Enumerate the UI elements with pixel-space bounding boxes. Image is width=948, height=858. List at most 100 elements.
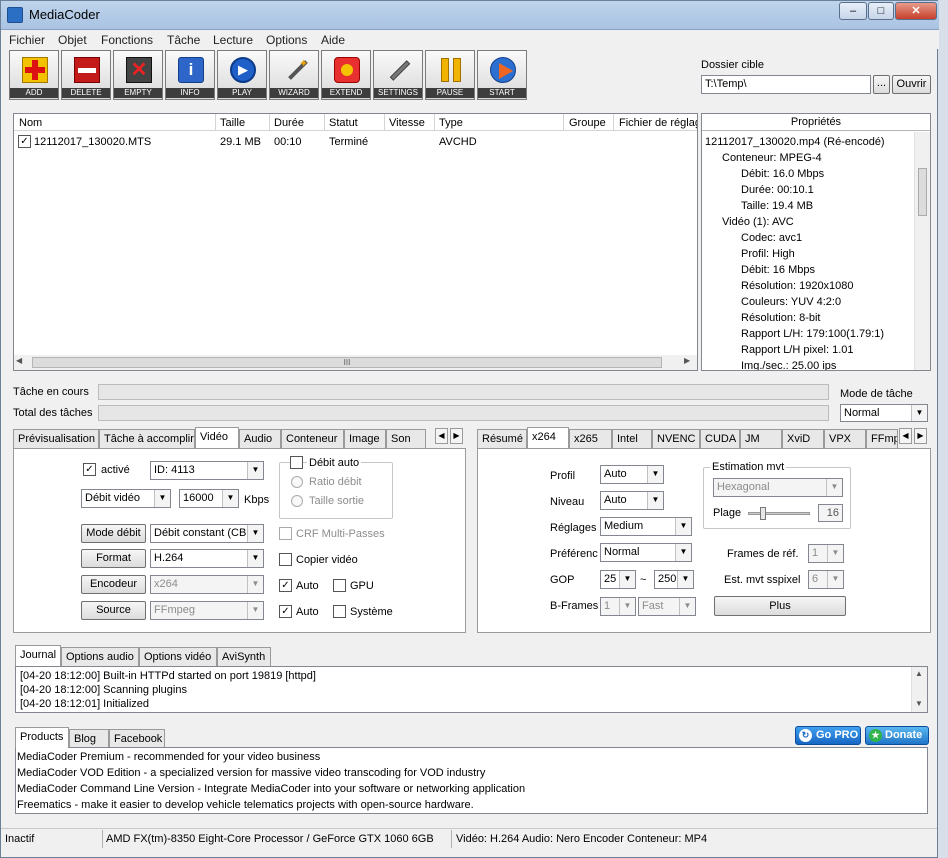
- auto-bitrate-checkbox[interactable]: [290, 456, 303, 469]
- format-button[interactable]: Format: [81, 549, 146, 568]
- scroll-up-icon[interactable]: ▲: [915, 669, 923, 678]
- title-bar[interactable]: MediaCoder – □ ✕: [1, 1, 939, 30]
- settings-button[interactable]: SETTINGS: [373, 50, 423, 100]
- crf-multipass-checkbox[interactable]: [279, 527, 292, 540]
- range-value[interactable]: 16: [818, 504, 843, 522]
- output-size-radio[interactable]: [291, 495, 303, 507]
- tab-audio-options[interactable]: Options audio: [61, 647, 139, 666]
- ref-frames-select[interactable]: 1 ▼: [808, 544, 844, 563]
- go-pro-button[interactable]: ↻ Go PRO: [795, 726, 861, 745]
- tree-item[interactable]: Taille: 19.4 MB: [741, 200, 813, 212]
- extend-button[interactable]: EXTEND: [321, 50, 371, 100]
- tab-blog[interactable]: Blog: [69, 729, 109, 748]
- tab-ffmpeg[interactable]: FFmp: [866, 429, 898, 448]
- motion-estimation-select[interactable]: Hexagonal ▼: [713, 478, 843, 497]
- news-item[interactable]: MediaCoder Premium - recommended for you…: [17, 751, 320, 763]
- column-group[interactable]: Groupe: [569, 117, 606, 129]
- tab-audio[interactable]: Audio: [239, 429, 281, 448]
- column-name[interactable]: Nom: [19, 117, 42, 129]
- open-folder-button[interactable]: Ouvrir: [892, 75, 931, 94]
- format-select[interactable]: H.264 ▼: [150, 549, 264, 568]
- news-item[interactable]: Freematics - make it easier to develop v…: [17, 799, 474, 811]
- tree-item[interactable]: Img./sec.: 25.00 ips: [741, 360, 836, 370]
- tree-item[interactable]: Débit: 16.0 Mbps: [741, 168, 824, 180]
- tab-scroll-right-icon[interactable]: ▶: [450, 428, 463, 444]
- more-button[interactable]: Plus: [714, 596, 846, 616]
- tab-avisynth[interactable]: AviSynth: [217, 647, 271, 666]
- properties-scrollbar[interactable]: [914, 132, 930, 370]
- donate-button[interactable]: ★ Donate: [865, 726, 929, 745]
- scrollbar-thumb[interactable]: [918, 168, 927, 216]
- tree-item[interactable]: Conteneur: MPEG-4: [722, 152, 822, 164]
- tab-journal[interactable]: Journal: [15, 645, 61, 666]
- menu-lecture[interactable]: Lecture: [213, 33, 253, 47]
- preset-select[interactable]: Medium ▼: [600, 517, 692, 536]
- tab-sound[interactable]: Son: [386, 429, 426, 448]
- start-button[interactable]: START: [477, 50, 527, 100]
- profile-select[interactable]: Auto ▼: [600, 465, 664, 484]
- scroll-left-icon[interactable]: ◀: [16, 356, 22, 365]
- column-duration[interactable]: Durée: [274, 117, 304, 129]
- source-select[interactable]: FFmpeg ▼: [150, 601, 264, 620]
- column-speed[interactable]: Vitesse: [389, 117, 425, 129]
- tune-select[interactable]: Normal ▼: [600, 543, 692, 562]
- tree-item[interactable]: Débit: 16 Mbps: [741, 264, 815, 276]
- tab-cuda[interactable]: CUDA: [700, 429, 740, 448]
- menu-aide[interactable]: Aide: [321, 33, 345, 47]
- bitrate-mode-button[interactable]: Mode débit: [81, 524, 146, 543]
- video-enabled-checkbox[interactable]: ✓: [83, 463, 96, 476]
- rate-control-select[interactable]: Débit constant (CBR ▼: [150, 524, 264, 543]
- gop-min-select[interactable]: 25 ▼: [600, 570, 636, 589]
- file-checkbox[interactable]: ✓: [18, 135, 31, 148]
- encoder-button[interactable]: Encodeur: [81, 575, 146, 594]
- tab-products[interactable]: Products: [15, 727, 69, 748]
- gpu-checkbox[interactable]: [333, 579, 346, 592]
- copy-video-checkbox[interactable]: [279, 553, 292, 566]
- video-stream-select[interactable]: ID: 4113 ▼: [150, 461, 264, 480]
- tab-video-options[interactable]: Options vidéo: [139, 647, 217, 666]
- encoder-select[interactable]: x264 ▼: [150, 575, 264, 594]
- tree-item[interactable]: Codec: avc1: [741, 232, 802, 244]
- bitrate-mode-select[interactable]: Débit vidéo ▼: [81, 489, 171, 508]
- tree-item[interactable]: Couleurs: YUV 4:2:0: [741, 296, 841, 308]
- pause-button[interactable]: PAUSE: [425, 50, 475, 100]
- tab-scroll-left-icon[interactable]: ◀: [899, 428, 912, 444]
- column-status[interactable]: Statut: [329, 117, 358, 129]
- tab-preview[interactable]: Prévisualisation: [13, 429, 99, 448]
- tab-x265[interactable]: x265: [569, 429, 612, 448]
- tab-summary[interactable]: Résumé: [477, 429, 527, 448]
- bframes-mode-select[interactable]: Fast ▼: [638, 597, 696, 616]
- play-button[interactable]: ▶ PLAY: [217, 50, 267, 100]
- level-select[interactable]: Auto ▼: [600, 491, 664, 510]
- column-type[interactable]: Type: [439, 117, 463, 129]
- tab-task[interactable]: Tâche à accomplir: [99, 429, 195, 448]
- scrollbar-thumb[interactable]: III: [32, 357, 662, 368]
- tab-video[interactable]: Vidéo: [195, 427, 239, 448]
- delete-button[interactable]: DELETE: [61, 50, 111, 100]
- tab-scroll-right-icon[interactable]: ▶: [914, 428, 927, 444]
- task-mode-select[interactable]: Normal ▼: [840, 404, 928, 422]
- log-panel[interactable]: [04-20 18:12:00] Built-in HTTPd started …: [15, 666, 928, 713]
- bitrate-value-select[interactable]: 16000 ▼: [179, 489, 239, 508]
- gop-max-select[interactable]: 250 ▼: [654, 570, 694, 589]
- scroll-down-icon[interactable]: ▼: [915, 699, 923, 708]
- tree-item[interactable]: Profil: High: [741, 248, 795, 260]
- news-item[interactable]: MediaCoder VOD Edition - a specialized v…: [17, 767, 485, 779]
- table-row[interactable]: ✓ 12112017_130020.MTS 29.1 MB 00:10 Term…: [14, 134, 697, 150]
- minimize-button[interactable]: –: [839, 2, 867, 20]
- wizard-button[interactable]: ✦ WIZARD: [269, 50, 319, 100]
- close-button[interactable]: ✕: [895, 2, 937, 20]
- tab-image[interactable]: Image: [344, 429, 386, 448]
- maximize-button[interactable]: □: [868, 2, 894, 20]
- tree-item[interactable]: Rapport L/H pixel: 1.01: [741, 344, 854, 356]
- encoder-auto-checkbox[interactable]: ✓: [279, 579, 292, 592]
- log-scrollbar[interactable]: ▲ ▼: [911, 667, 927, 712]
- bframes-select[interactable]: 1 ▼: [600, 597, 636, 616]
- tab-xvid[interactable]: XviD: [782, 429, 824, 448]
- column-preset-file[interactable]: Fichier de réglag: [619, 117, 697, 129]
- tab-nvenc[interactable]: NVENC: [652, 429, 700, 448]
- tab-intel[interactable]: Intel: [612, 429, 652, 448]
- source-button[interactable]: Source: [81, 601, 146, 620]
- tree-item[interactable]: Rapport L/H: 179:100(1.79:1): [741, 328, 884, 340]
- menu-tache[interactable]: Tâche: [167, 33, 200, 47]
